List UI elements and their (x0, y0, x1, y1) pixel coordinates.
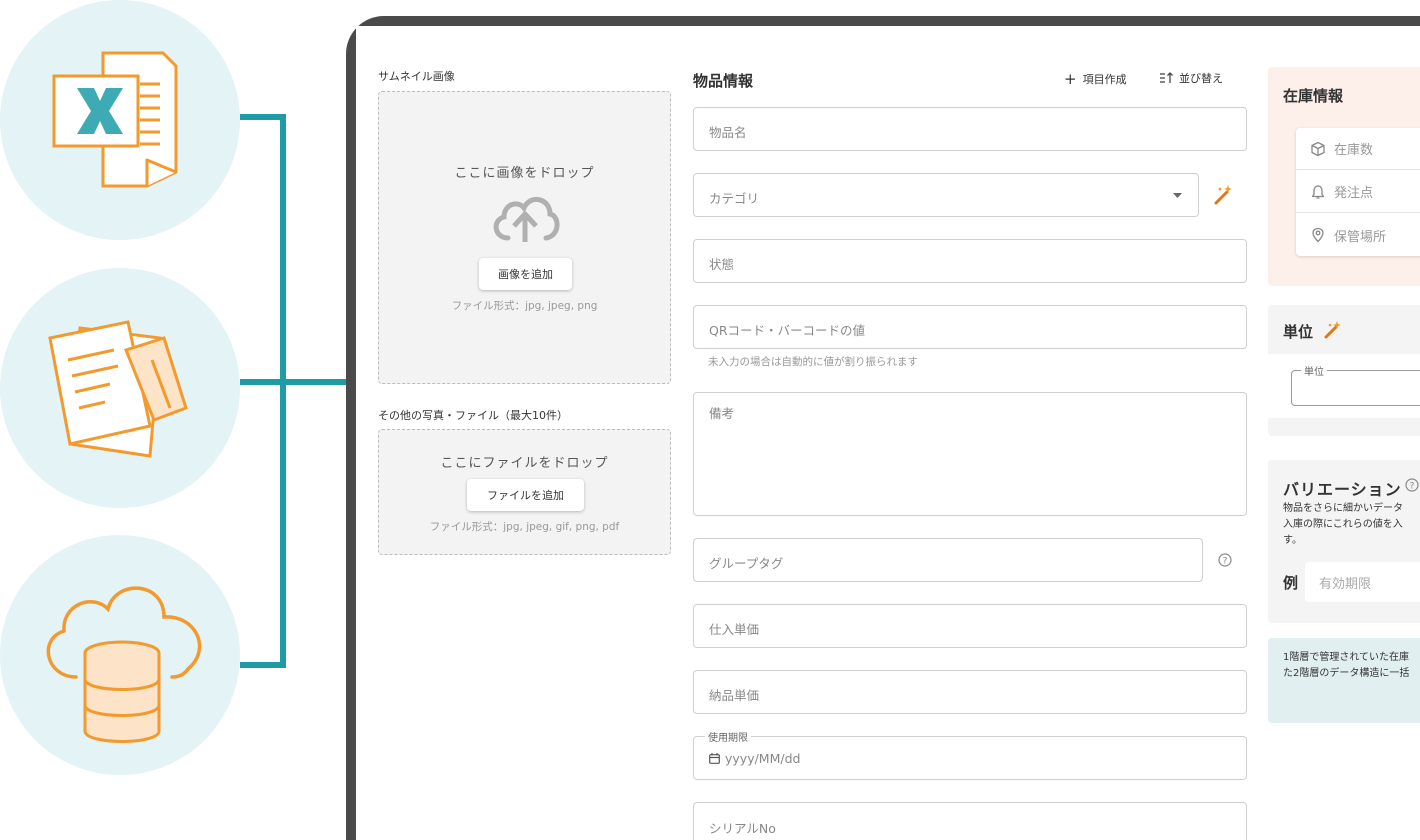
stock-info-panel: 在庫情報 在庫数 発注点 保管場所 (1268, 67, 1420, 286)
variation-example-label: 例 (1283, 574, 1299, 592)
variation-panel: バリエーション ? 物品をさらに細かいデータ 入庫の際にこれらの値を入 す。 例… (1268, 460, 1420, 623)
help-icon[interactable]: ? (1218, 553, 1232, 567)
category-select[interactable]: カテゴリ (693, 173, 1199, 217)
stock-quantity-field[interactable]: 在庫数 (1296, 128, 1420, 170)
unit-field-label: 単位 (1301, 363, 1327, 378)
thumbnail-dropzone[interactable]: ここに画像をドロップ 画像を追加 ファイル形式：jpg, jpeg, png (378, 91, 671, 384)
svg-text:?: ? (1410, 482, 1415, 492)
code-field[interactable]: QRコード・バーコードの値 (693, 305, 1247, 349)
item-form-screen: サムネイル画像 ここに画像をドロップ 画像を追加 ファイル形式：jpg, jpe… (356, 26, 1420, 840)
expiry-date-field[interactable]: 使用期限 yyyy/MM/dd (693, 729, 1247, 780)
documents-icon (48, 320, 188, 458)
magic-wand-icon[interactable] (1323, 320, 1343, 340)
remarks-placeholder: 備考 (709, 406, 735, 421)
variation-example-value: 有効期限 (1319, 576, 1372, 592)
connector-bottom (240, 662, 286, 668)
variation-desc-line-3: す。 (1283, 535, 1302, 546)
thumbnail-label: サムネイル画像 (378, 70, 455, 83)
item-info-title: 物品情報 (693, 72, 754, 90)
add-file-button[interactable]: ファイルを追加 (467, 479, 584, 511)
item-name-placeholder: 物品名 (709, 125, 747, 140)
create-field-button[interactable]: + 項目作成 (1064, 70, 1127, 88)
notice-line-1: 1階層で管理されていた在庫 (1283, 652, 1410, 663)
excel-circle (0, 0, 240, 240)
other-files-label: その他の写真・ファイル（最大10件） (378, 409, 568, 422)
expiry-date-label: 使用期限 (705, 729, 751, 744)
code-placeholder: QRコード・バーコードの値 (709, 323, 866, 338)
cloud-upload-icon (493, 197, 560, 242)
code-helper-text: 未入力の場合は自動的に値が割り振られます (708, 356, 918, 368)
unit-title: 単位 (1283, 323, 1314, 341)
category-placeholder: カテゴリ (709, 191, 760, 206)
box-icon (1311, 141, 1325, 156)
svg-text:?: ? (1223, 557, 1228, 567)
purchase-price-placeholder: 仕入単価 (709, 622, 760, 637)
thumbnail-formats: ファイル形式：jpg, jpeg, png (451, 300, 598, 312)
other-files-drop-text: ここにファイルをドロップ (440, 456, 609, 471)
group-tag-placeholder: グループタグ (709, 556, 784, 571)
notice-text: 1階層で管理されていた在庫 た2階層のデータ構造に一括 (1283, 650, 1409, 682)
reorder-point-field[interactable]: 発注点 (1296, 171, 1420, 213)
other-files-formats: ファイル形式：jpg, jpeg, gif, png, pdf (429, 521, 620, 533)
status-placeholder: 状態 (709, 257, 735, 272)
other-files-dropzone[interactable]: ここにファイルをドロップ ファイルを追加 ファイル形式：jpg, jpeg, g… (378, 429, 671, 555)
stock-info-title: 在庫情報 (1283, 87, 1344, 105)
excel-icon (52, 51, 178, 188)
help-icon[interactable]: ? (1405, 478, 1419, 492)
serial-number-placeholder: シリアルNo (709, 821, 776, 836)
expiry-date-placeholder: yyyy/MM/dd (725, 751, 801, 766)
documents-circle (0, 268, 240, 508)
bell-icon (1311, 184, 1325, 199)
cloud-database-circle (0, 535, 240, 775)
connector-vertical (280, 114, 286, 668)
purchase-price-field[interactable]: 仕入単価 (693, 604, 1247, 648)
delivery-price-placeholder: 納品単価 (709, 688, 760, 703)
sort-label: 並び替え (1179, 72, 1223, 85)
group-tag-field[interactable]: グループタグ (693, 538, 1203, 582)
notice-line-2: た2階層のデータ構造に一括 (1283, 668, 1410, 679)
notice-panel: 1階層で管理されていた在庫 た2階層のデータ構造に一括 (1268, 638, 1420, 723)
magic-wand-icon[interactable] (1212, 184, 1234, 206)
thumbnail-drop-text: ここに画像をドロップ (454, 166, 595, 181)
serial-number-field[interactable]: シリアルNo (693, 802, 1247, 840)
caret-down-icon (1173, 193, 1182, 198)
stock-fields-card: 在庫数 発注点 保管場所 (1296, 128, 1420, 256)
reorder-point-label: 発注点 (1334, 186, 1374, 201)
remarks-textarea[interactable]: 備考 (693, 392, 1247, 516)
item-name-field[interactable]: 物品名 (693, 107, 1247, 151)
variation-desc-line-2: 入庫の際にこれらの値を入 (1283, 519, 1403, 530)
calendar-icon (709, 753, 720, 764)
unit-card: 単位 (1268, 354, 1420, 418)
sort-icon (1160, 72, 1173, 83)
storage-location-field[interactable]: 保管場所 (1296, 214, 1420, 256)
create-field-label: 項目作成 (1082, 73, 1127, 86)
variation-desc-line-1: 物品をさらに細かいデータ (1283, 503, 1403, 514)
variation-example-field[interactable]: 有効期限 (1305, 562, 1420, 602)
unit-field[interactable]: 単位 (1291, 363, 1420, 406)
stock-quantity-label: 在庫数 (1334, 143, 1374, 158)
location-pin-icon (1312, 227, 1324, 243)
storage-location-label: 保管場所 (1334, 229, 1387, 245)
connector-middle (240, 379, 350, 385)
add-image-button[interactable]: 画像を追加 (479, 258, 572, 290)
delivery-price-field[interactable]: 納品単価 (693, 670, 1247, 714)
variation-description: 物品をさらに細かいデータ 入庫の際にこれらの値を入 す。 (1283, 501, 1403, 549)
variation-title: バリエーション (1283, 480, 1402, 499)
sort-button[interactable]: 並び替え (1159, 70, 1223, 86)
status-field[interactable]: 状態 (693, 239, 1247, 283)
plus-icon: + (1064, 70, 1077, 88)
cloud-database-icon (46, 586, 202, 743)
unit-panel: 単位 単位 (1268, 305, 1420, 436)
